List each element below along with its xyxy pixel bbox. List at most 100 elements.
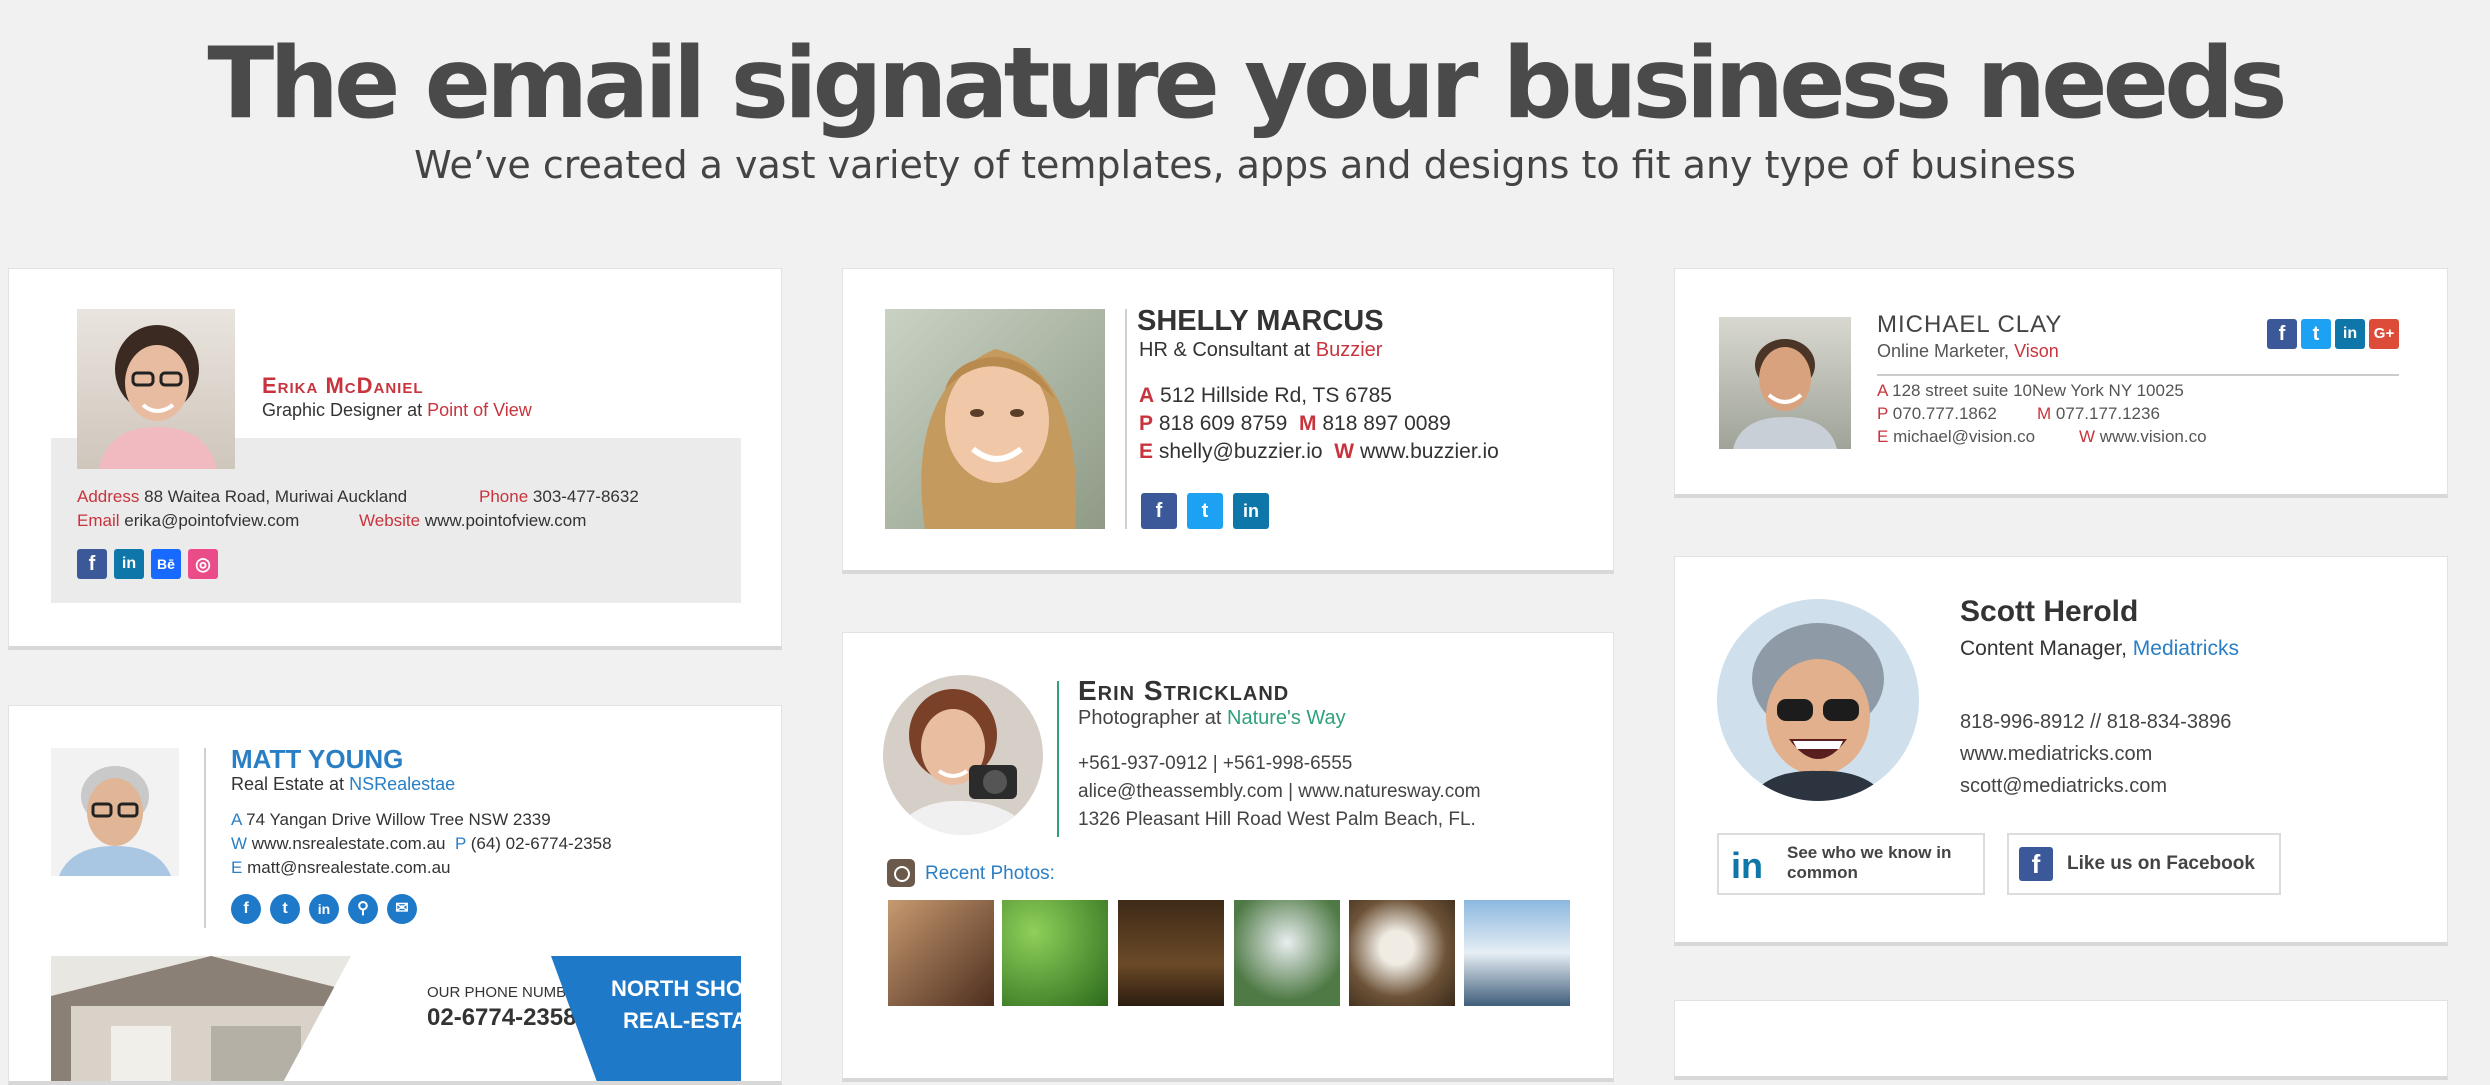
signature-card-erin[interactable]: Erin Strickland Photographer at Nature's… <box>842 632 1614 1082</box>
banner-brand-line2: REAL-ESTATE <box>623 1008 741 1033</box>
company-link[interactable]: Vison <box>2014 341 2059 361</box>
signature-role: Graphic Designer at Point of View <box>262 400 532 420</box>
avatar <box>77 309 235 469</box>
website-link[interactable]: www.vision.co <box>2100 427 2207 446</box>
company-link[interactable]: Nature's Way <box>1227 707 1346 729</box>
company-link[interactable]: Buzzier <box>1316 339 1383 361</box>
linkedin-icon: in <box>1731 845 1763 886</box>
real-estate-banner: OUR PHONE NUMBER 02-6774-2358 NORTH SHOR… <box>51 956 741 1081</box>
email-line: E michael@vision.co <box>1877 427 2036 446</box>
mail-icon[interactable]: ✉ <box>387 894 417 924</box>
facebook-button[interactable]: f Like us on Facebook <box>2007 833 2281 895</box>
phone-line: P 070.777.1862 <box>1877 404 1997 423</box>
google-plus-icon[interactable]: G+ <box>2369 319 2399 349</box>
facebook-icon: f <box>2019 847 2053 881</box>
email-line: Email erika@pointofview.com <box>77 511 300 530</box>
recent-photo-2[interactable] <box>1002 900 1108 1006</box>
avatar <box>51 748 179 876</box>
facebook-icon[interactable]: f <box>231 894 261 924</box>
recent-photos-label: Recent Photos: <box>925 863 1055 884</box>
website-phone-line: W www.nsrealestate.com.au P (64) 02-6774… <box>231 834 612 853</box>
avatar <box>1719 317 1851 449</box>
facebook-icon[interactable]: f <box>2267 319 2297 349</box>
facebook-button-label: Like us on Facebook <box>2067 853 2255 874</box>
signature-role: HR & Consultant at Buzzier <box>1139 339 1383 361</box>
house-photo <box>51 956 421 1081</box>
phone-line: 818-996-8912 // 818-834-3896 <box>1960 711 2232 733</box>
recent-photo-4[interactable] <box>1234 900 1340 1006</box>
signature-name: MATT YOUNG <box>231 744 404 774</box>
company-link[interactable]: NSRealestae <box>349 774 455 794</box>
phone-line: +561-937-0912 | +561-998-6555 <box>1078 753 1353 774</box>
address-line: 1326 Pleasant Hill Road West Palm Beach,… <box>1078 809 1476 830</box>
address-line: A 512 Hillside Rd, TS 6785 <box>1139 384 1392 407</box>
signature-card-partial[interactable] <box>1674 1000 2448 1080</box>
recent-photo-3[interactable] <box>1118 900 1224 1006</box>
email-link[interactable]: shelly@buzzier.io <box>1159 440 1323 463</box>
linkedin-icon[interactable]: in <box>2335 319 2365 349</box>
email-link[interactable]: matt@nsrealestate.com.au <box>247 858 450 877</box>
signature-name: MICHAEL CLAY <box>1877 311 2063 338</box>
mobile-line: M 077.177.1236 <box>2037 404 2160 423</box>
avatar <box>883 675 1043 835</box>
email-link[interactable]: scott@mediatricks.com <box>1960 775 2167 798</box>
linkedin-icon[interactable]: in <box>114 549 144 579</box>
signature-name: SHELLY MARCUS <box>1137 305 1384 337</box>
email-website-line: alice@theassembly.com | www.naturesway.c… <box>1078 781 1481 802</box>
website-line: W www.vision.co <box>2079 427 2207 446</box>
page-subtitle: We’ve created a vast variety of template… <box>414 143 2076 187</box>
divider <box>204 748 206 928</box>
signature-card-shelly[interactable]: SHELLY MARCUS HR & Consultant at Buzzier… <box>842 268 1614 574</box>
divider <box>1877 374 2399 376</box>
signature-role: Content Manager, Mediatricks <box>1960 637 2239 660</box>
recent-photo-6[interactable] <box>1464 900 1570 1006</box>
signature-role: Online Marketer, Vison <box>1877 341 2059 361</box>
recent-photo-1[interactable] <box>888 900 994 1006</box>
avatar <box>885 309 1105 529</box>
website-link[interactable]: www.nsrealestate.com.au <box>252 834 446 853</box>
email-line: E shelly@buzzier.io W www.buzzier.io <box>1139 440 1499 463</box>
email-line: E matt@nsrealestate.com.au <box>231 858 451 877</box>
website-link[interactable]: www.mediatricks.com <box>1960 743 2152 766</box>
linkedin-button[interactable]: in See who we know in common <box>1717 833 1985 895</box>
behance-icon[interactable]: Bē <box>151 549 181 579</box>
signature-card-erika[interactable]: Erika McDaniel Graphic Designer at Point… <box>8 268 782 650</box>
twitter-icon[interactable]: t <box>270 894 300 924</box>
phone-line: P 818 609 8759 M 818 897 0089 <box>1139 412 1451 435</box>
company-link[interactable]: Point of View <box>427 400 532 420</box>
signature-name: Scott Herold <box>1960 595 2139 628</box>
dribbble-icon[interactable]: ◎ <box>188 549 218 579</box>
page-title: The email signature your business needs <box>207 27 2287 141</box>
banner-brand-block: NORTH SHORE REAL-ESTATE <box>551 956 741 1081</box>
signature-name: Erin Strickland <box>1078 675 1290 706</box>
email-link[interactable]: michael@vision.co <box>1893 427 2035 446</box>
signature-role: Photographer at Nature's Way <box>1078 707 1346 729</box>
email-link[interactable]: erika@pointofview.com <box>124 511 299 530</box>
location-icon[interactable]: ⚲ <box>348 894 378 924</box>
website-link[interactable]: www.buzzier.io <box>1360 440 1499 463</box>
facebook-icon[interactable]: f <box>1141 493 1177 529</box>
linkedin-icon[interactable]: in <box>309 894 339 924</box>
banner-phone: 02-6774-2358 <box>427 1004 577 1031</box>
website-link[interactable]: www.pointofview.com <box>425 511 587 530</box>
avatar <box>1717 599 1919 801</box>
divider <box>1125 309 1127 529</box>
address-line: A 128 street suite 10New York NY 10025 <box>1877 381 2184 400</box>
linkedin-button-label: See who we know in common <box>1787 843 1952 882</box>
phone-line: Phone 303-477-8632 <box>479 487 639 506</box>
twitter-icon[interactable]: t <box>2301 319 2331 349</box>
linkedin-icon[interactable]: in <box>1233 493 1269 529</box>
signature-card-michael[interactable]: MICHAEL CLAY Online Marketer, Vison f t … <box>1674 268 2448 498</box>
website-line: Website www.pointofview.com <box>359 511 587 530</box>
banner-brand-line1: NORTH SHORE <box>611 976 741 1001</box>
instagram-icon <box>887 859 915 887</box>
company-link[interactable]: Mediatricks <box>2133 637 2239 660</box>
recent-photo-5[interactable] <box>1349 900 1455 1006</box>
signature-card-scott[interactable]: Scott Herold Content Manager, Mediatrick… <box>1674 556 2448 946</box>
signature-card-matt[interactable]: MATT YOUNG Real Estate at NSRealestae A … <box>8 705 782 1085</box>
signature-role: Real Estate at NSRealestae <box>231 774 456 794</box>
twitter-icon[interactable]: t <box>1187 493 1223 529</box>
facebook-icon[interactable]: f <box>77 549 107 579</box>
divider <box>1057 681 1059 837</box>
address-line: Address 88 Waitea Road, Muriwai Auckland <box>77 487 408 506</box>
